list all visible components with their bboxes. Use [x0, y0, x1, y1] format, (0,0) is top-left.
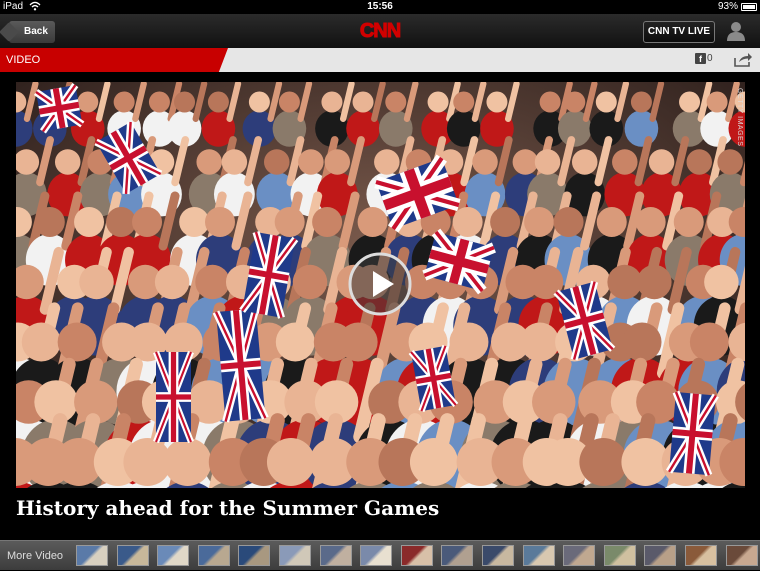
video-thumbnail[interactable] [117, 545, 149, 566]
video-headline[interactable]: History ahead for the Summer Games [16, 494, 745, 522]
video-thumbnail[interactable] [360, 545, 392, 566]
status-bar: iPad 15:56 93% [0, 0, 760, 14]
photo-credit: GETTY IMAGES [736, 88, 743, 146]
video-thumbnail[interactable] [523, 545, 555, 566]
video-thumbnail[interactable] [157, 545, 189, 566]
video-thumbnail[interactable] [726, 545, 758, 566]
play-button[interactable] [347, 251, 413, 317]
video-thumbnail[interactable] [482, 545, 514, 566]
video-thumbnail[interactable] [401, 545, 433, 566]
video-thumbnail[interactable] [563, 545, 595, 566]
clock: 15:56 [0, 1, 760, 12]
facebook-icon: f [695, 53, 706, 64]
video-thumbnail[interactable] [320, 545, 352, 566]
share-icon[interactable] [733, 52, 753, 68]
video-thumbnail[interactable] [441, 545, 473, 566]
video-thumbnail[interactable] [604, 545, 636, 566]
video-thumbnail[interactable] [685, 545, 717, 566]
back-button[interactable]: Back [9, 21, 55, 43]
battery-icon [741, 3, 757, 11]
more-video-label: More Video [7, 541, 63, 571]
nav-bar: Back CNN CNN TV LIVE [0, 14, 760, 48]
play-icon [347, 251, 413, 317]
cnn-tv-live-button[interactable]: CNN TV LIVE [643, 21, 715, 43]
back-button-label: Back [24, 26, 48, 37]
more-video-bar: More Video [0, 540, 760, 570]
section-label: VIDEO [0, 48, 228, 72]
section-bar: VIDEO f0 [0, 48, 760, 72]
video-player[interactable]: GETTY IMAGES [16, 82, 745, 488]
user-icon[interactable] [725, 20, 747, 42]
video-thumbnail[interactable] [76, 545, 108, 566]
video-thumbnail[interactable] [644, 545, 676, 566]
video-thumbnail[interactable] [238, 545, 270, 566]
battery-percent: 93% [718, 1, 738, 12]
video-thumbnail[interactable] [279, 545, 311, 566]
facebook-count: 0 [707, 53, 713, 64]
cnn-logo: CNN [356, 20, 404, 42]
facebook-share[interactable]: f0 [695, 53, 713, 67]
video-thumbnail[interactable] [198, 545, 230, 566]
